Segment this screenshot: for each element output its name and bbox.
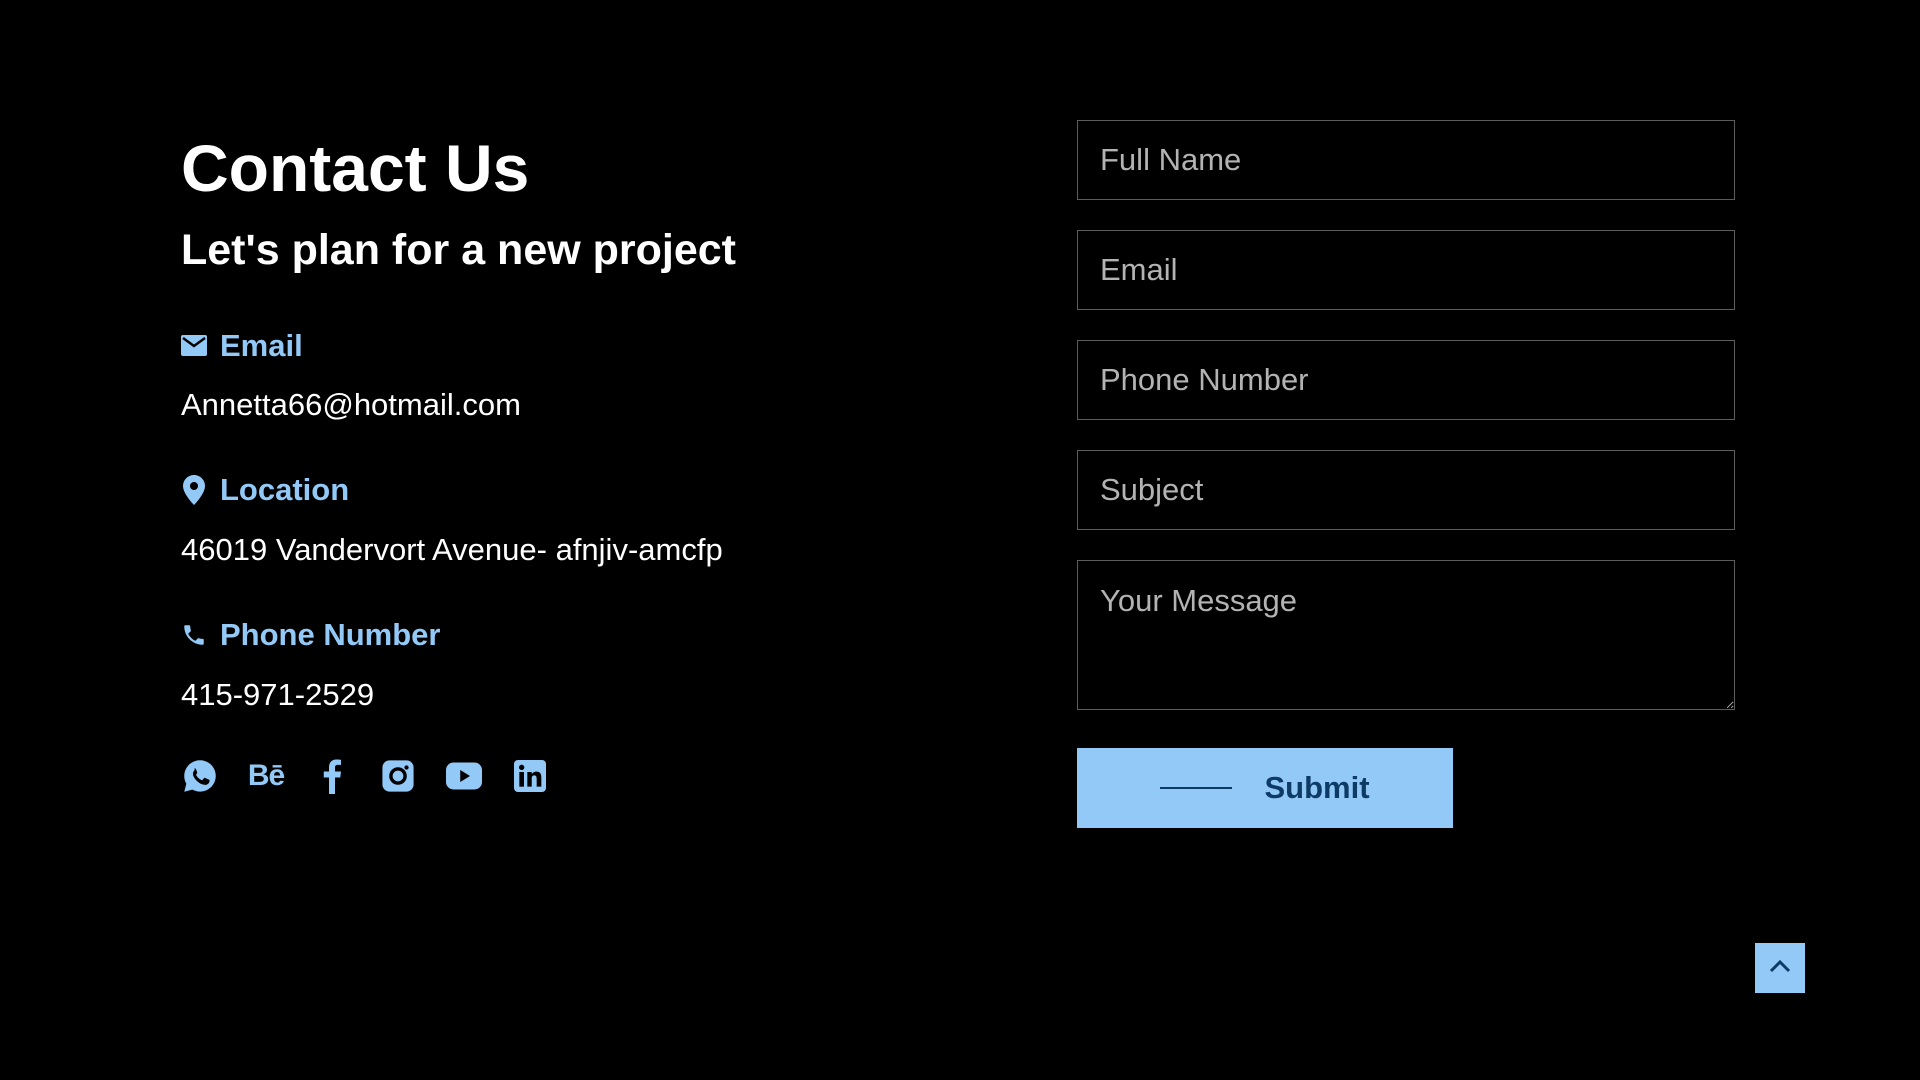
location-pin-icon	[181, 475, 207, 505]
page-subtitle: Let's plan for a new project	[181, 226, 736, 274]
scroll-top-button[interactable]	[1755, 943, 1805, 993]
linkedin-icon[interactable]	[511, 757, 549, 795]
location-heading: Location	[181, 470, 349, 510]
email-value: Annetta66@hotmail.com	[181, 387, 521, 422]
location-value: 46019 Vandervort Avenue- afnjiv-amcfp	[181, 532, 723, 567]
social-links: Bē	[181, 757, 577, 795]
phone-icon	[181, 620, 207, 650]
facebook-icon[interactable]	[313, 757, 351, 795]
email-heading: Email	[181, 326, 303, 366]
youtube-icon[interactable]	[445, 757, 483, 795]
phone-heading: Phone Number	[181, 615, 440, 655]
message-textarea[interactable]	[1077, 560, 1735, 710]
email-input[interactable]	[1077, 230, 1735, 310]
instagram-icon[interactable]	[379, 757, 417, 795]
behance-glyph: Bē	[247, 759, 285, 792]
subject-input[interactable]	[1077, 450, 1735, 530]
behance-icon[interactable]: Bē	[247, 757, 285, 795]
chevron-up-icon	[1769, 959, 1791, 978]
full-name-input[interactable]	[1077, 120, 1735, 200]
page-title: Contact Us	[181, 131, 530, 205]
whatsapp-icon[interactable]	[181, 757, 219, 795]
submit-line-decoration	[1160, 787, 1233, 789]
phone-label: Phone Number	[220, 617, 441, 652]
phone-value: 415-971-2529	[181, 677, 375, 712]
submit-button[interactable]: Submit	[1077, 748, 1453, 828]
submit-label: Submit	[1264, 770, 1370, 805]
location-label: Location	[220, 472, 350, 507]
contact-page: Contact Us Let's plan for a new project …	[0, 0, 1920, 1080]
email-label: Email	[220, 328, 303, 363]
phone-number-input[interactable]	[1077, 340, 1735, 420]
mail-icon	[181, 331, 207, 361]
